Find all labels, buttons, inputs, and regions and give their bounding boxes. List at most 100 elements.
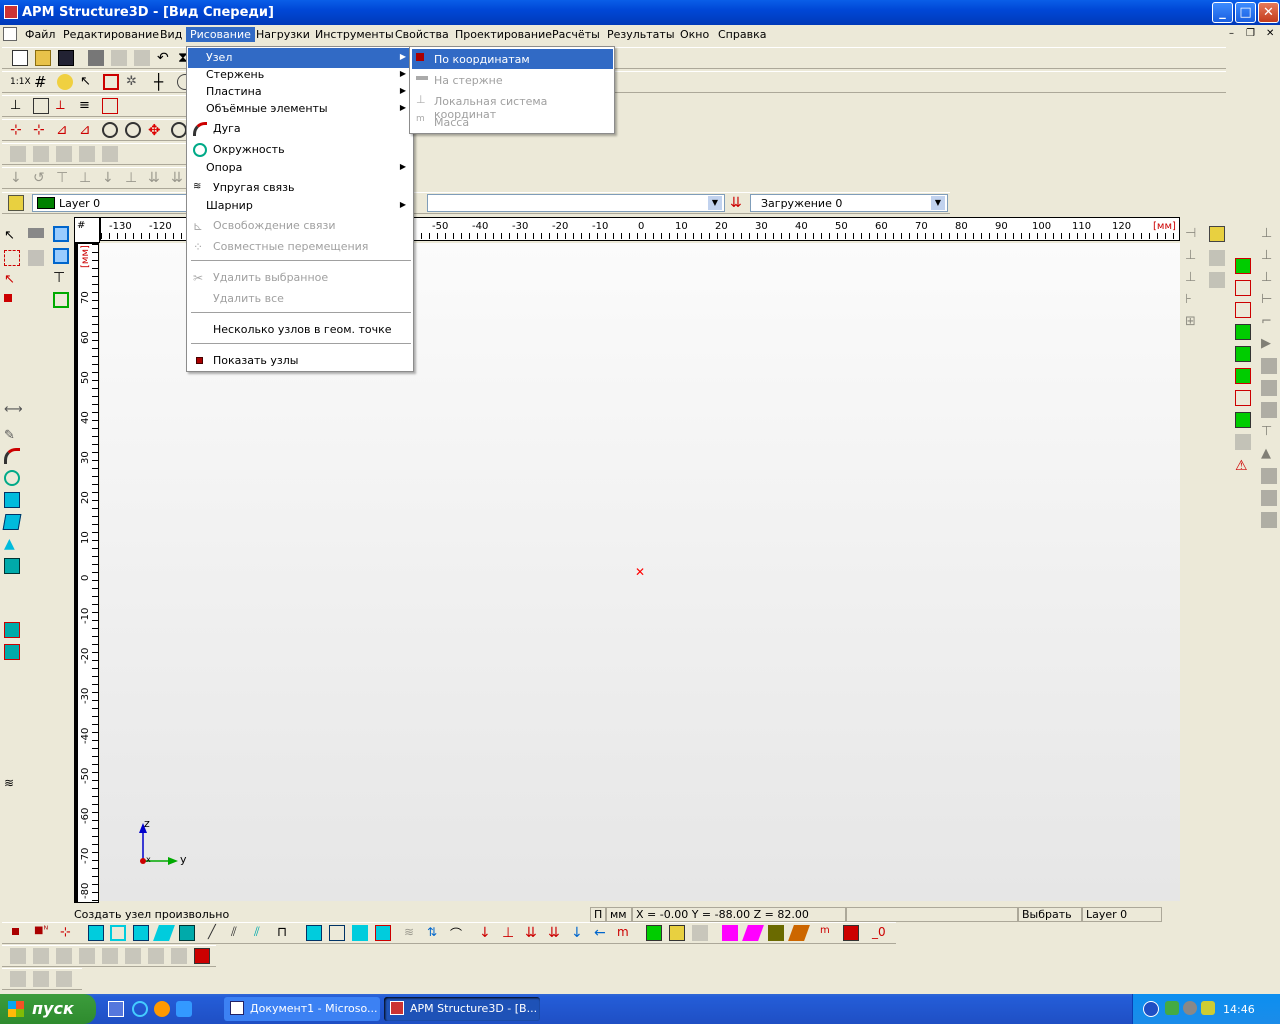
spring-b-icon[interactable]: ≋	[404, 925, 420, 941]
grid-icon[interactable]: #	[34, 74, 50, 90]
solid-red-icon[interactable]	[1235, 390, 1251, 406]
plate2-icon[interactable]	[110, 925, 126, 941]
menu-tools[interactable]: Инструменты	[311, 27, 398, 42]
zoom-in-icon[interactable]	[102, 122, 118, 138]
menu-draw[interactable]: Рисование	[186, 27, 255, 42]
zero-c-icon[interactable]: _0	[872, 925, 888, 941]
move-b-icon[interactable]: ⇅	[427, 925, 443, 941]
zoom-node3-icon[interactable]: ⊿	[56, 122, 72, 138]
layer-b-icon[interactable]	[646, 925, 662, 941]
solid-green-icon[interactable]	[1235, 368, 1251, 384]
hinge-b-icon[interactable]: ⌒	[450, 925, 466, 941]
element2-icon[interactable]	[33, 146, 49, 162]
menu-item-circle[interactable]: Окружность	[188, 140, 412, 160]
pan-icon[interactable]: ✥	[148, 122, 164, 138]
select-box-icon[interactable]	[4, 250, 20, 266]
plate-quad-icon[interactable]	[2, 514, 22, 530]
force6-b-icon[interactable]: ←	[594, 925, 610, 941]
force-b-icon[interactable]: ↓	[479, 925, 495, 941]
submenu-item-by-coords[interactable]: По координатам	[412, 49, 613, 69]
force4-b-icon[interactable]: ⇊	[548, 925, 564, 941]
r-tool-1-icon[interactable]: ⊣	[1185, 226, 1201, 242]
force5-b-icon[interactable]: ↓	[571, 925, 587, 941]
color-magenta2-icon[interactable]	[742, 925, 764, 941]
section2-icon[interactable]	[1209, 250, 1225, 266]
menu-item-arc[interactable]: Дуга	[188, 119, 412, 139]
b3-3-icon[interactable]	[56, 971, 72, 987]
node-n-icon[interactable]: ■ᴺ	[34, 925, 50, 941]
new-file-icon[interactable]	[12, 50, 28, 66]
tray-icon-3[interactable]	[1201, 1001, 1215, 1015]
table-tool-icon[interactable]: ⊓	[277, 925, 293, 941]
triangle-tool-icon[interactable]: ▲	[4, 536, 20, 552]
menu-window[interactable]: Окно	[676, 27, 713, 42]
menu-properties[interactable]: Свойства	[391, 27, 453, 42]
temp-load-icon[interactable]: ↓	[102, 170, 118, 186]
close-button[interactable]: ✕	[1258, 2, 1279, 23]
plate-tool-icon[interactable]	[4, 492, 20, 508]
material-dropdown-arrow[interactable]: ▼	[708, 196, 722, 210]
menu-edit[interactable]: Редактирование	[59, 27, 163, 42]
menu-help[interactable]: Справка	[714, 27, 770, 42]
menu-item-multiple-nodes[interactable]: Несколько узлов в геом. точке	[188, 320, 412, 340]
b3-2-icon[interactable]	[33, 971, 49, 987]
support-cone-icon[interactable]: ▲	[1261, 446, 1277, 462]
force2-b-icon[interactable]: ⊥	[502, 925, 518, 941]
r-tool-2-icon[interactable]: ⊥	[1185, 248, 1201, 264]
menu-item-show-nodes[interactable]: Показать узлы	[188, 351, 412, 371]
print-icon[interactable]	[88, 50, 104, 66]
solid-tool-c-icon[interactable]	[352, 925, 368, 941]
save-icon[interactable]	[58, 50, 74, 66]
element4-icon[interactable]	[79, 146, 95, 162]
view-icon[interactable]	[28, 228, 44, 238]
element5-icon[interactable]	[102, 146, 118, 162]
menu-view[interactable]: Вид	[156, 27, 186, 42]
layers-icon[interactable]: ≡	[79, 98, 95, 114]
box-view-icon[interactable]	[33, 98, 49, 114]
menu-item-solids[interactable]: Объёмные элементы ▶	[188, 99, 412, 119]
submenu-item-local-cs[interactable]: ⊥ Локальная система координат	[412, 91, 613, 121]
clock[interactable]: 14:46	[1223, 1003, 1255, 1016]
force3-b-icon[interactable]: ⇊	[525, 925, 541, 941]
support-base3-icon[interactable]	[1261, 512, 1277, 528]
plate1-icon[interactable]	[88, 925, 104, 941]
zoom-node4-icon[interactable]: ⊿	[79, 122, 95, 138]
b3-1-icon[interactable]	[10, 971, 26, 987]
axes-red-icon[interactable]: ⟂	[56, 98, 72, 114]
layer2-b-icon[interactable]	[669, 925, 685, 941]
menu-design[interactable]: Проектирование	[451, 27, 556, 42]
section-icon[interactable]	[1209, 226, 1225, 242]
loading-dropdown-arrow[interactable]: ▼	[931, 196, 945, 210]
zoom-window-icon[interactable]	[171, 122, 187, 138]
support-tee-icon[interactable]: ⊤	[1261, 424, 1277, 440]
b2-5-icon[interactable]	[102, 948, 118, 964]
menu-item-hinge[interactable]: Шарнир ▶	[188, 196, 412, 216]
solid-tool-b-icon[interactable]	[329, 925, 345, 941]
support-fixed-icon[interactable]: ⊥	[1261, 226, 1277, 242]
pattern-icon[interactable]: ✲	[126, 74, 142, 90]
plate-red-icon[interactable]	[1235, 280, 1251, 296]
b2-2-icon[interactable]	[33, 948, 49, 964]
axes-icon[interactable]: ⊥	[10, 98, 26, 114]
solid-tool-a-icon[interactable]	[306, 925, 322, 941]
material-select[interactable]: ▼	[427, 194, 725, 212]
solid-tool-d-icon[interactable]	[375, 925, 391, 941]
layer3-b-icon[interactable]	[692, 925, 708, 941]
frame-icon[interactable]	[103, 74, 119, 90]
block-c-icon[interactable]	[843, 925, 859, 941]
pressure-icon[interactable]: ⊥	[125, 170, 141, 186]
quicklaunch-icon[interactable]	[176, 1001, 192, 1017]
mdi-restore-button[interactable]: ❐	[1246, 28, 1255, 39]
support-block-icon[interactable]	[1261, 358, 1277, 374]
solid-tool-icon[interactable]	[4, 622, 20, 638]
show-desktop-icon[interactable]	[108, 1001, 124, 1017]
zoom-node2-icon[interactable]: ⊹	[33, 122, 49, 138]
tray-arrow-icon[interactable]	[1143, 1001, 1159, 1017]
b2-7-icon[interactable]	[148, 948, 164, 964]
axes-tool-icon[interactable]: ⊹	[60, 925, 76, 941]
crosshair-icon[interactable]: ┼	[154, 74, 170, 90]
task-apm[interactable]: APM Structure3D - [В...	[384, 997, 540, 1021]
submenu-item-on-beam[interactable]: На стержне	[412, 70, 613, 90]
color-magenta-icon[interactable]	[722, 925, 738, 941]
paste-icon[interactable]	[134, 50, 150, 66]
